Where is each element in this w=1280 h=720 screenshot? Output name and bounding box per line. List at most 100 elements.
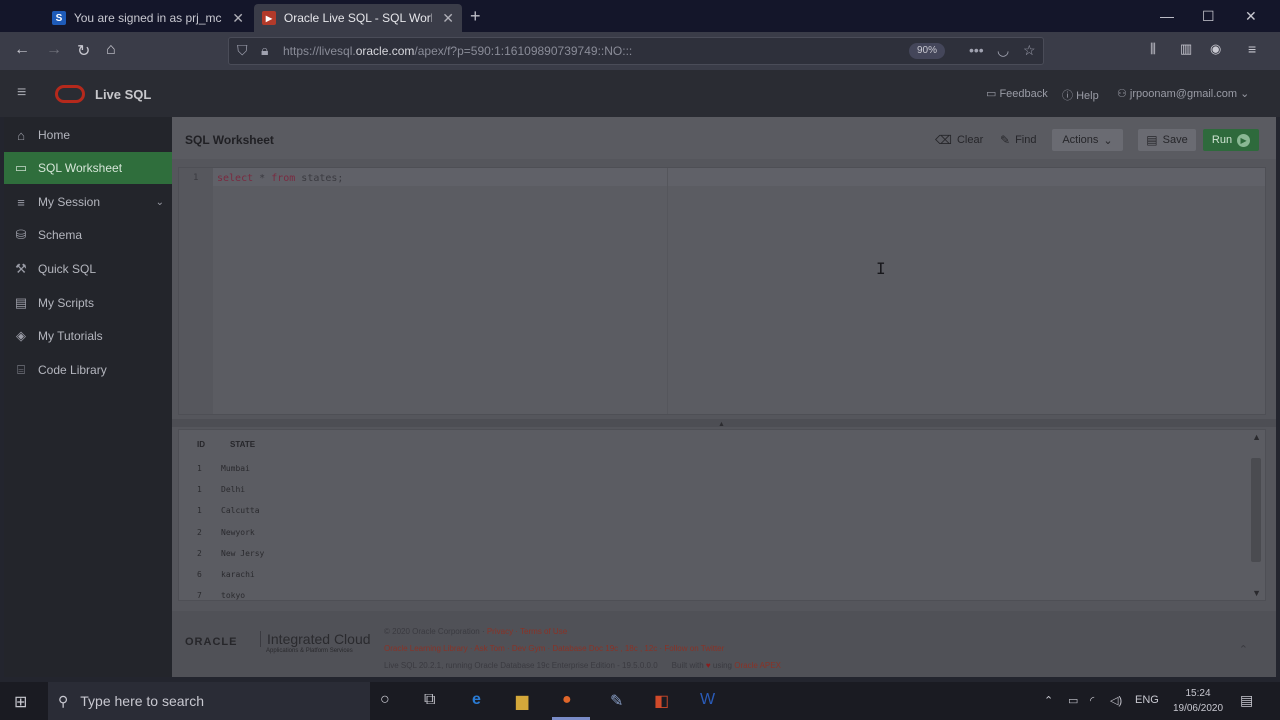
browser-navbar: ← → ↻ ⌂ ⛉ 🔒︎ https://livesql.oracle.com/… (0, 32, 1280, 70)
eraser-icon: ⌫ (935, 133, 952, 147)
cell-state: Newyork (221, 528, 255, 537)
cell-state: Calcutta (221, 506, 260, 515)
sidebar-item-my-tutorials[interactable]: ◈ My Tutorials (4, 320, 172, 352)
clock-time: 15:24 (1185, 688, 1211, 699)
print-margin (667, 168, 668, 414)
close-window-icon[interactable]: ✕ (1245, 8, 1257, 25)
edge-icon[interactable]: e (472, 691, 481, 709)
pane-splitter[interactable]: ▲ (172, 419, 1276, 428)
clock-date: 19/06/2020 (1172, 703, 1224, 714)
privacy-terms-links[interactable]: Privacy · Terms of Use (487, 627, 567, 636)
lock-icon[interactable]: 🔒︎ (261, 42, 268, 59)
sidebar-item-my-session[interactable]: ≡ My Session ⌄ (4, 186, 172, 218)
system-clock[interactable]: 15:24 19/06/2020 (1168, 686, 1228, 716)
chevron-down-icon: ⌄ (1103, 134, 1113, 147)
clear-button[interactable]: ⌫ Clear (929, 129, 989, 151)
shield-icon[interactable]: ⛉ (237, 42, 248, 59)
pocket-icon[interactable]: ◡ (997, 42, 1009, 59)
cell-state: karachi (221, 570, 255, 579)
reload-icon[interactable]: ↻ (77, 41, 90, 61)
code-line[interactable]: select * from states; (217, 173, 343, 184)
apex-link[interactable]: Oracle APEX (734, 661, 781, 670)
text-cursor-icon: I (876, 259, 886, 278)
file-explorer-icon[interactable]: ▆ (516, 691, 528, 711)
minimize-icon[interactable]: — (1160, 8, 1174, 24)
user-icon: ⚇ (1117, 88, 1130, 100)
chevron-up-icon[interactable]: ⌃ (1239, 643, 1248, 656)
wifi-icon[interactable]: ◜ (1090, 694, 1094, 707)
notifications-icon[interactable]: ▤ (1240, 692, 1253, 709)
hamburger-icon[interactable]: ≡ (17, 84, 26, 102)
firefox-icon[interactable]: ● (562, 691, 572, 709)
splitter-grip-icon[interactable]: ▲ (718, 421, 725, 428)
tab-label: Oracle Live SQL - SQL Workshe (283, 11, 432, 25)
save-button[interactable]: ▤ Save (1138, 129, 1196, 151)
sidebar-item-schema[interactable]: ⛁ Schema (4, 219, 172, 251)
app-header: ≡ Live SQL ▭ Feedback ⓘ Help ⚇ jrpoonam@… (0, 70, 1280, 117)
sidebar-item-home[interactable]: ⌂ Home (4, 119, 172, 151)
footer-links[interactable]: Oracle Learning Library · Ask Tom · Dev … (384, 644, 724, 653)
sidebar-item-my-scripts[interactable]: ▤ My Scripts (4, 287, 172, 319)
sidebar-item-quick-sql[interactable]: ⚒ Quick SQL (4, 253, 172, 285)
sidebar-item-label: Code Library (38, 363, 107, 377)
new-tab-icon[interactable]: + (470, 6, 481, 27)
forward-icon[interactable]: → (46, 41, 62, 59)
browser-tab-signed-in[interactable]: S You are signed in as prj_mc ✕ (44, 4, 252, 32)
sidebar-item-label: My Tutorials (38, 329, 103, 343)
find-button[interactable]: ✎ Find (994, 129, 1042, 151)
feedback-link[interactable]: ▭ Feedback (986, 87, 1048, 100)
back-icon[interactable]: ← (14, 41, 30, 59)
account-icon[interactable]: ◉ (1210, 41, 1221, 57)
oracle-logo-icon[interactable] (55, 85, 85, 103)
chevron-down-icon[interactable]: ⌄ (156, 197, 164, 208)
browser-tab-live-sql[interactable]: ▶ Oracle Live SQL - SQL Workshe ✕ (254, 4, 462, 32)
bookmark-star-icon[interactable]: ☆ (1023, 42, 1036, 59)
scroll-up-icon[interactable]: ▲ (1252, 432, 1261, 442)
save-icon: ▤ (1146, 133, 1158, 147)
database-icon: ⛁ (15, 227, 27, 242)
scroll-down-icon[interactable]: ▼ (1252, 588, 1261, 598)
user-menu[interactable]: ⚇ jrpoonam@gmail.com ⌄ (1117, 87, 1249, 100)
powerpoint-icon[interactable]: ◧ (654, 691, 669, 711)
sql-editor[interactable]: 1 select * from states; (178, 167, 1266, 415)
zoom-level[interactable]: 90% (909, 43, 945, 59)
cell-state: Delhi (221, 485, 246, 494)
more-icon[interactable]: ••• (969, 42, 984, 58)
cell-id: 2 (197, 549, 202, 558)
address-bar[interactable]: ⛉ 🔒︎ https://livesql.oracle.com/apex/f?p… (228, 37, 1044, 65)
feedback-icon: ▭ (986, 88, 1000, 100)
page-title: SQL Worksheet (185, 133, 274, 147)
help-link[interactable]: ⓘ Help (1062, 87, 1099, 103)
language-indicator[interactable]: ENG (1135, 694, 1159, 706)
cell-state: New Jersy (221, 549, 265, 558)
maximize-icon[interactable]: ☐ (1202, 8, 1215, 25)
tab-label: You are signed in as prj_mc (73, 11, 222, 25)
results-scrollbar[interactable] (1251, 458, 1261, 562)
taskbar-search[interactable]: ⚲ Type here to search (48, 682, 370, 720)
library-icon: ⌸ (17, 362, 25, 377)
library-icon[interactable]: ⫼ (1150, 41, 1156, 57)
home-browser-icon[interactable]: ⌂ (106, 41, 116, 59)
sidebar-item-sql-worksheet[interactable]: ▭ SQL Worksheet (4, 152, 172, 184)
taskbar: ⊞ ⚲ Type here to search ○ ⧉ e ▆ ● ✎ ◧ W … (0, 682, 1280, 720)
search-icon: ⚲ (58, 692, 69, 709)
word-icon[interactable]: W (700, 691, 715, 709)
cortana-icon[interactable]: ○ (380, 691, 390, 709)
battery-icon[interactable]: ▭ (1068, 694, 1078, 707)
menu-icon[interactable]: ≡ (1248, 41, 1256, 57)
run-button[interactable]: Run ▶ (1203, 129, 1259, 151)
actions-menu-button[interactable]: Actions ⌄ (1052, 129, 1123, 151)
column-header-state: STATE (230, 440, 256, 449)
paint-icon[interactable]: ✎ (610, 691, 623, 711)
sidebar-toggle-icon[interactable]: ▥ (1180, 41, 1192, 57)
list-icon: ≡ (17, 194, 25, 210)
windows-start-icon[interactable]: ⊞ (14, 692, 27, 712)
app-title[interactable]: Live SQL (95, 87, 151, 102)
volume-icon[interactable]: ◁) (1110, 694, 1122, 707)
tab-close-icon[interactable]: ✕ (442, 10, 454, 27)
task-view-icon[interactable]: ⧉ (424, 691, 435, 709)
sidebar-item-code-library[interactable]: ⌸ Code Library (4, 354, 172, 386)
tab-close-icon[interactable]: ✕ (232, 10, 244, 27)
tray-chevron-up-icon[interactable]: ⌃ (1044, 694, 1053, 707)
cell-id: 1 (197, 485, 202, 494)
